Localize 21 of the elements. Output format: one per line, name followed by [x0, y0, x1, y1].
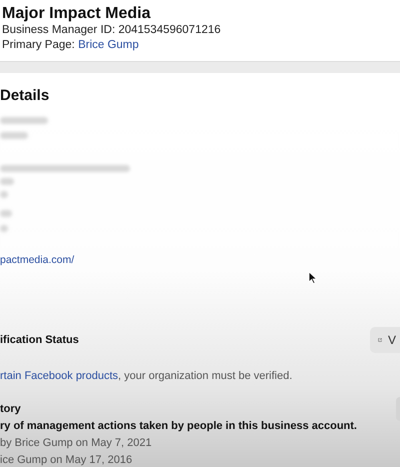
website-link[interactable]: pactmedia.com/	[0, 254, 400, 267]
section-heading: ification Status	[0, 334, 79, 346]
blurred-text	[0, 178, 14, 185]
blurred-text	[0, 117, 48, 124]
view-button[interactable]: V	[370, 327, 400, 353]
verification-note: rtain Facebook products, your organization must be verified.	[0, 369, 294, 383]
history-entry: by Brice Gump on May 7, 2021	[0, 436, 153, 450]
business-id: Business Manager ID: 2041534596071216	[2, 23, 222, 38]
section-heading: tory	[0, 403, 21, 415]
primary-page: Primary Page: Brice Gump	[2, 38, 140, 53]
products-link[interactable]: rtain Facebook products	[0, 370, 118, 382]
blurred-text	[0, 210, 12, 217]
blurred-text	[0, 191, 8, 198]
cursor-icon	[308, 271, 317, 284]
blurred-text	[0, 225, 8, 232]
history-entry: ice Gump on May 17, 2016	[0, 453, 134, 467]
history-summary: ry of management actions taken by people in this business account.	[0, 419, 358, 433]
section-heading: Details	[0, 87, 50, 105]
business-name: Major Impact Media	[2, 5, 152, 23]
page-link[interactable]: Brice Gump	[78, 39, 139, 51]
blurred-text	[0, 132, 28, 139]
